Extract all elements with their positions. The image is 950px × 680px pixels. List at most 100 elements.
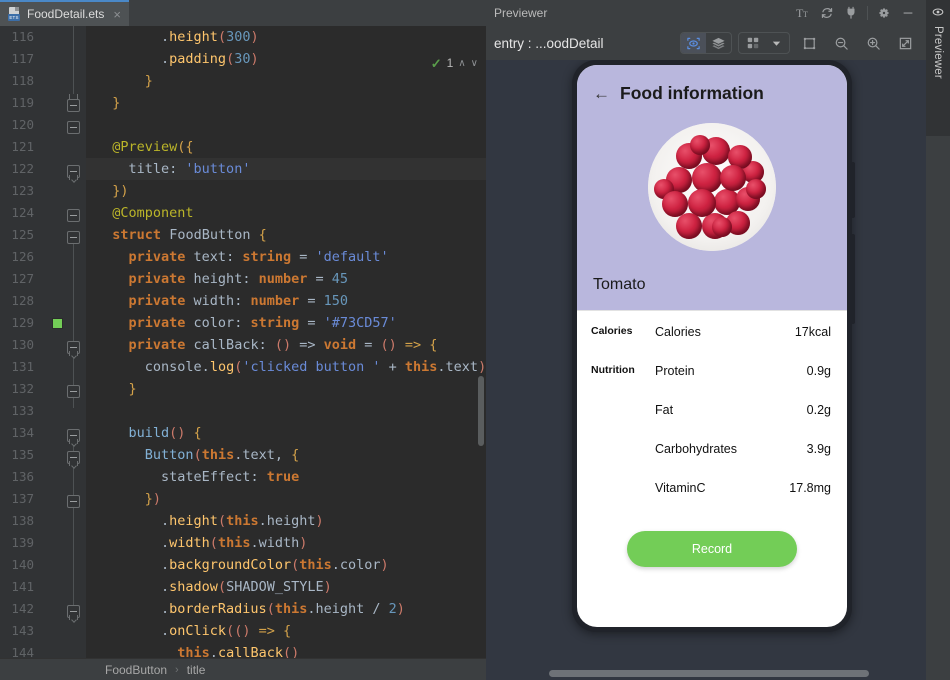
code-text: .onClick(() => { — [96, 623, 292, 639]
nutrition-name: VitaminC — [655, 481, 706, 495]
nutrition-row: Carbohydrates 3.9g — [591, 442, 831, 481]
line-number: 140 — [11, 557, 34, 572]
fold-marker-expand[interactable] — [67, 605, 80, 623]
line-number: 135 — [11, 447, 34, 462]
preview-horizontal-scrollbar[interactable] — [486, 666, 926, 680]
nutrition-name: Protein — [655, 364, 695, 378]
device-frame-icon[interactable] — [796, 32, 822, 54]
nutrition-value: 0.2g — [806, 403, 831, 417]
code-line[interactable]: 121 @Preview({ — [0, 136, 486, 158]
code-line[interactable]: 123 }) — [0, 180, 486, 202]
line-number: 142 — [11, 601, 34, 616]
fold-marker-collapse[interactable] — [67, 495, 80, 508]
editor-tab-fooddetail[interactable]: ETS FoodDetail.ets × — [0, 0, 129, 26]
plug-icon[interactable] — [839, 1, 863, 25]
code-text: private height: number = 45 — [128, 271, 349, 287]
chevron-up-icon[interactable]: ∧ — [458, 58, 465, 69]
chevron-down-icon[interactable] — [766, 32, 786, 54]
inspection-ok-icon: ✓ — [430, 55, 442, 71]
nutrition-value: 0.9g — [806, 364, 831, 378]
previewer-toolbar: entry : ...oodDetail — [486, 26, 926, 60]
eye-icon — [931, 5, 945, 22]
record-button[interactable]: Record — [627, 531, 797, 567]
record-button-wrap: Record — [577, 531, 847, 567]
font-size-icon[interactable]: TT — [791, 1, 815, 25]
ets-file-icon: ETS — [8, 7, 21, 21]
layers-icon[interactable] — [706, 33, 731, 53]
editor-tabbar: ETS FoodDetail.ets × — [0, 0, 486, 26]
fold-marker-collapse[interactable] — [67, 121, 80, 134]
fit-screen-icon[interactable] — [892, 32, 918, 54]
line-number: 129 — [11, 315, 34, 330]
settings-gear-icon[interactable] — [872, 1, 896, 25]
code-text: stateEffect: true — [96, 469, 300, 485]
line-number: 123 — [11, 183, 34, 198]
breadcrumb-item-struct[interactable]: FoodButton — [105, 663, 167, 677]
code-text: private color: string = '#73CD57' — [128, 315, 397, 331]
phone-side-button-down — [851, 234, 855, 324]
fold-marker-expand[interactable] — [67, 451, 80, 469]
breadcrumb-item-title[interactable]: title — [187, 663, 206, 677]
preview-mode-segment[interactable] — [680, 32, 732, 54]
code-text: build() { — [128, 425, 202, 441]
line-number: 126 — [11, 249, 34, 264]
app-hero-section: ← Food information Tomato — [577, 65, 847, 310]
zoom-in-icon[interactable] — [860, 32, 886, 54]
close-icon[interactable]: × — [113, 8, 121, 21]
nutrition-row: Nutrition Protein 0.9g — [591, 364, 831, 403]
fold-marker-collapse[interactable] — [67, 209, 80, 222]
strip-button-previewer[interactable]: Previewer — [926, 0, 950, 136]
fold-marker-expand[interactable] — [67, 231, 80, 244]
editor-pane: ETS FoodDetail.ets × 116 .height(300) 117… — [0, 0, 486, 680]
refresh-icon[interactable] — [815, 1, 839, 25]
line-number: 117 — [11, 51, 34, 66]
code-area[interactable]: 116 .height(300) 117 .padding(30) 118 } 119… — [0, 26, 486, 658]
fold-marker-expand[interactable] — [67, 165, 80, 183]
code-line[interactable]: 143 .onClick(() => { — [0, 620, 486, 642]
code-text: } — [96, 95, 121, 111]
color-gutter-swatch[interactable] — [52, 318, 63, 329]
fold-marker-collapse[interactable] — [67, 385, 80, 398]
inspector-eye-icon[interactable] — [681, 33, 706, 53]
code-text: .backgroundColor(this.color) — [96, 557, 389, 573]
code-text: struct FoodButton { — [112, 227, 267, 243]
fold-marker-expand[interactable] — [67, 429, 80, 447]
preview-canvas[interactable]: ← Food information Tomato Calories Calori… — [486, 60, 926, 680]
nutrition-value: 3.9g — [806, 442, 831, 456]
back-arrow-icon[interactable]: ← — [593, 85, 610, 102]
code-text: console.log('clicked button ' + this.tex… — [96, 359, 486, 375]
code-line[interactable]: 144 this.callBack() — [0, 642, 486, 658]
code-text: .width(this.width) — [96, 535, 308, 551]
multi-device-icon[interactable] — [742, 32, 764, 54]
line-number: 127 — [11, 271, 34, 286]
code-text: .padding(30) — [96, 51, 259, 67]
line-number: 139 — [11, 535, 34, 550]
zoom-out-icon[interactable] — [828, 32, 854, 54]
minimize-icon[interactable] — [896, 1, 920, 25]
fold-marker-expand[interactable] — [67, 341, 80, 359]
code-text: private text: string = 'default' — [128, 249, 389, 265]
nutrition-name: Carbohydrates — [655, 442, 737, 456]
code-text: }) — [96, 183, 129, 199]
nutrition-category: Calories — [591, 325, 633, 337]
editor-vertical-scrollbar[interactable] — [478, 376, 484, 446]
inspection-widget[interactable]: ✓ 1 ∧ ∨ — [431, 56, 478, 70]
device-selector[interactable] — [738, 32, 790, 54]
line-number: 131 — [11, 359, 34, 374]
chevron-down-icon[interactable]: ∨ — [471, 58, 478, 69]
code-text: Button(this.text, { — [144, 447, 300, 463]
phone-screen[interactable]: ← Food information Tomato Calories Calori… — [577, 65, 847, 627]
fold-guide — [73, 26, 74, 94]
line-number: 124 — [11, 205, 34, 220]
fold-guide — [73, 238, 74, 408]
app-header-title: Food information — [620, 83, 764, 103]
line-number: 120 — [11, 117, 34, 132]
scrollbar-thumb[interactable] — [549, 670, 869, 677]
previewer-pane: Previewer TT entry: ...oodDetail ← Food… — [486, 0, 926, 680]
fold-marker-collapse[interactable] — [67, 94, 80, 112]
line-number: 132 — [11, 381, 34, 396]
code-text: } — [96, 381, 137, 397]
line-number: 118 — [11, 73, 34, 88]
nutrition-value: 17kcal — [794, 325, 831, 339]
code-text: title: 'button' — [96, 161, 251, 177]
